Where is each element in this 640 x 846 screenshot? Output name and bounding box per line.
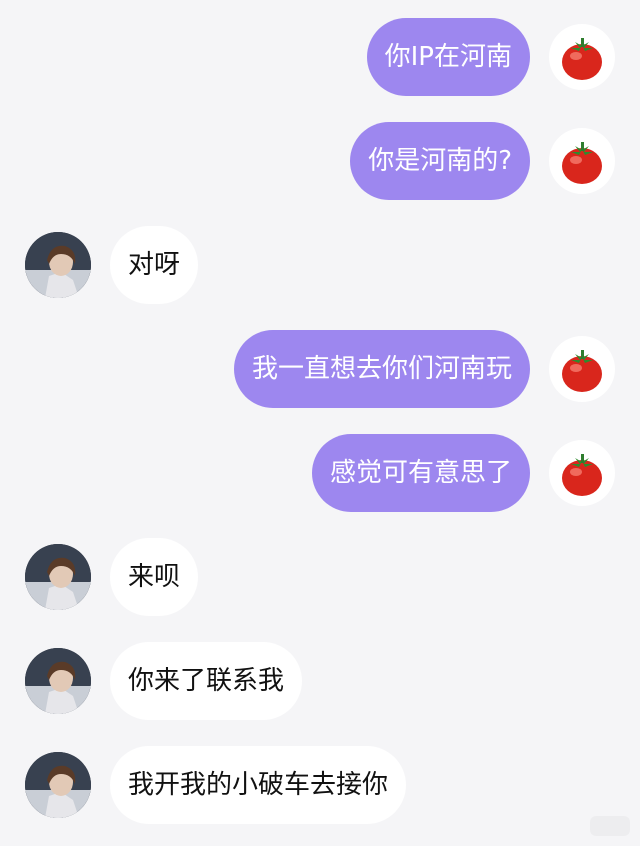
message-bubble-outgoing[interactable]: 你是河南的? (350, 122, 530, 200)
chat-thread: 你IP在河南 你是河南的? 对呀 我一直想去你们河南玩 感觉可有意思了 来呗 你… (0, 0, 640, 846)
person-avatar[interactable] (25, 232, 91, 298)
person-avatar[interactable] (25, 544, 91, 610)
person-avatar[interactable] (25, 752, 91, 818)
message-row-outgoing: 你是河南的? (0, 122, 640, 200)
message-bubble-incoming[interactable]: 我开我的小破车去接你 (110, 746, 407, 824)
watermark (590, 816, 630, 836)
message-bubble-incoming[interactable]: 对呀 (110, 226, 199, 304)
message-row-outgoing: 感觉可有意思了 (0, 434, 640, 512)
message-row-incoming: 来呗 (0, 538, 640, 616)
message-row-incoming: 你来了联系我 (0, 642, 640, 720)
message-bubble-outgoing[interactable]: 你IP在河南 (366, 18, 530, 96)
message-row-incoming: 对呀 (0, 226, 640, 304)
tomato-avatar-icon[interactable] (549, 128, 615, 194)
message-row-outgoing: 我一直想去你们河南玩 (0, 330, 640, 408)
tomato-avatar-icon[interactable] (549, 336, 615, 402)
tomato-avatar-icon[interactable] (549, 24, 615, 90)
tomato-avatar-icon[interactable] (549, 440, 615, 506)
message-row-incoming: 我开我的小破车去接你 (0, 746, 640, 824)
message-bubble-incoming[interactable]: 来呗 (110, 538, 199, 616)
message-bubble-outgoing[interactable]: 我一直想去你们河南玩 (233, 330, 530, 408)
message-bubble-outgoing[interactable]: 感觉可有意思了 (311, 434, 530, 512)
person-avatar[interactable] (25, 648, 91, 714)
message-bubble-incoming[interactable]: 你来了联系我 (110, 642, 303, 720)
message-row-outgoing: 你IP在河南 (0, 18, 640, 96)
